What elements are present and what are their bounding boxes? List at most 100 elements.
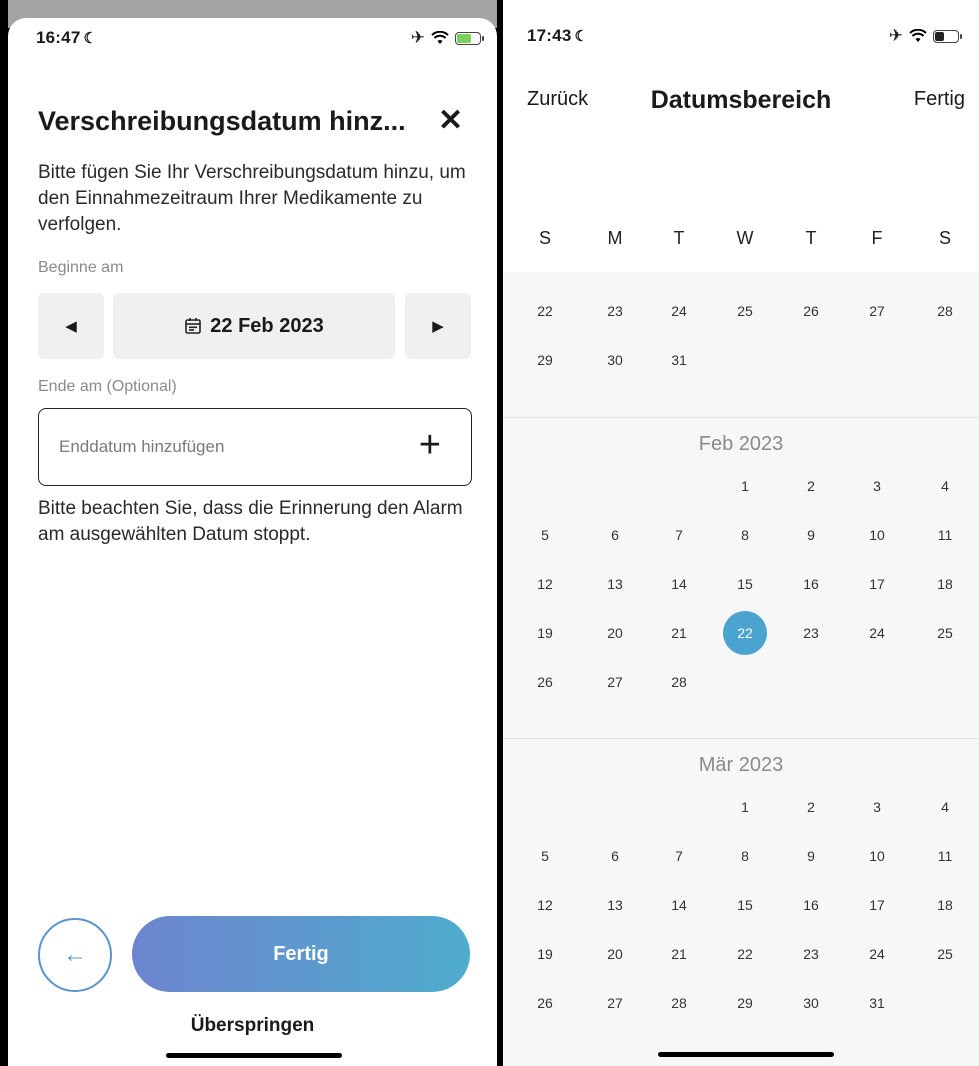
calendar-day[interactable]: 26: [523, 981, 567, 1025]
calendar-day[interactable]: 6: [593, 513, 637, 557]
calendar-day[interactable]: 30: [789, 981, 833, 1025]
calendar-day[interactable]: 7: [657, 513, 701, 557]
calendar-day[interactable]: 28: [657, 660, 701, 704]
calendar-day[interactable]: 24: [657, 289, 701, 333]
calendar-day[interactable]: 9: [789, 834, 833, 878]
calendar-day[interactable]: 29: [723, 981, 767, 1025]
prescription-date-modal: 16:47 ☾ ✈ Verschreibungsdatum hinz... ✕ B…: [8, 18, 497, 1066]
calendar-day[interactable]: 25: [723, 289, 767, 333]
weekday-header: SMTWTFS: [503, 228, 979, 252]
calendar-day[interactable]: 1: [723, 464, 767, 508]
calendar-day[interactable]: 20: [593, 932, 637, 976]
status-bar: 16:47 ☾ ✈: [8, 18, 497, 58]
calendar-day[interactable]: 24: [855, 611, 899, 655]
calendar-day[interactable]: 16: [789, 562, 833, 606]
calendar-day[interactable]: 15: [723, 883, 767, 927]
airplane-icon: ✈: [410, 28, 425, 47]
calendar-day[interactable]: 25: [923, 932, 967, 976]
calendar-day[interactable]: 5: [523, 834, 567, 878]
calendar-day[interactable]: 16: [789, 883, 833, 927]
start-date-value: 22 Feb 2023: [210, 314, 324, 337]
calendar-day[interactable]: 21: [657, 611, 701, 655]
calendar-day[interactable]: 27: [593, 660, 637, 704]
calendar-day[interactable]: 10: [855, 834, 899, 878]
calendar-day[interactable]: 5: [523, 513, 567, 557]
calendar-day[interactable]: 12: [523, 562, 567, 606]
weekday-label: T: [673, 228, 685, 248]
calendar-day[interactable]: 12: [523, 883, 567, 927]
weekday-label: S: [538, 228, 551, 248]
calendar-day[interactable]: 22: [723, 932, 767, 976]
status-time: 17:43 ☾: [527, 26, 589, 45]
modal-title: Verschreibungsdatum hinz...: [38, 106, 406, 136]
calendar-day[interactable]: 15: [723, 562, 767, 606]
right-screen: 17:43 ☾ ✈ Zurück Datumsbereich Fertig SMT…: [503, 0, 979, 1066]
calendar-day[interactable]: 8: [723, 834, 767, 878]
calendar-day[interactable]: 6: [593, 834, 637, 878]
calendar-day[interactable]: 14: [657, 883, 701, 927]
selected-day[interactable]: 22: [723, 611, 767, 655]
calendar-day[interactable]: 20: [593, 611, 637, 655]
calendar-day[interactable]: 25: [923, 611, 967, 655]
calendar-day[interactable]: 26: [523, 660, 567, 704]
end-date-placeholder: Enddatum hinzufügen: [59, 437, 225, 456]
calendar-day[interactable]: 22: [523, 289, 567, 333]
calendar-day[interactable]: 26: [789, 289, 833, 333]
calendar-day[interactable]: 8: [723, 513, 767, 557]
start-date-button[interactable]: 22 Feb 2023: [113, 293, 395, 359]
calendar-day[interactable]: 23: [789, 611, 833, 655]
calendar-day[interactable]: 19: [523, 611, 567, 655]
calendar-day[interactable]: 4: [923, 785, 967, 829]
home-indicator: [658, 1052, 834, 1057]
close-icon[interactable]: ✕: [438, 106, 463, 136]
calendar-day[interactable]: 7: [657, 834, 701, 878]
calendar-day[interactable]: 18: [923, 883, 967, 927]
month-divider: [503, 738, 979, 739]
calendar-day[interactable]: 24: [855, 932, 899, 976]
calendar-day[interactable]: 30: [593, 338, 637, 382]
airplane-icon: ✈: [888, 26, 903, 45]
plus-icon[interactable]: +: [419, 421, 441, 469]
calendar-day[interactable]: 19: [523, 932, 567, 976]
calendar-day[interactable]: 4: [923, 464, 967, 508]
calendar-day[interactable]: 27: [593, 981, 637, 1025]
calendar-day[interactable]: 3: [855, 785, 899, 829]
calendar-day[interactable]: 9: [789, 513, 833, 557]
calendar-day[interactable]: 23: [789, 932, 833, 976]
end-label: Ende am (Optional): [38, 378, 177, 395]
calendar-day[interactable]: 18: [923, 562, 967, 606]
done-button[interactable]: Fertig: [132, 916, 470, 992]
status-time: 16:47 ☾: [36, 28, 98, 47]
home-indicator: [166, 1053, 342, 1058]
calendar-day[interactable]: 2: [789, 464, 833, 508]
back-button[interactable]: ←: [38, 918, 112, 992]
previous-day-button[interactable]: ◀: [38, 293, 104, 359]
calendar-day[interactable]: 1: [723, 785, 767, 829]
calendar-day[interactable]: 28: [657, 981, 701, 1025]
skip-link[interactable]: Überspringen: [8, 1015, 497, 1037]
done-button[interactable]: Fertig: [914, 88, 965, 111]
calendar-day[interactable]: 2: [789, 785, 833, 829]
calendar-day[interactable]: 21: [657, 932, 701, 976]
weekday-label: S: [938, 228, 951, 248]
start-label: Beginne am: [38, 259, 124, 276]
calendar-day[interactable]: 31: [657, 338, 701, 382]
calendar-day[interactable]: 28: [923, 289, 967, 333]
calendar-day[interactable]: 14: [657, 562, 701, 606]
calendar-day[interactable]: 11: [923, 513, 967, 557]
calendar-day[interactable]: 29: [523, 338, 567, 382]
month-title: Feb 2023: [698, 433, 784, 455]
calendar-day[interactable]: 13: [593, 883, 637, 927]
calendar-day[interactable]: 27: [855, 289, 899, 333]
calendar-day[interactable]: 3: [855, 464, 899, 508]
calendar-day[interactable]: 10: [855, 513, 899, 557]
calendar-day[interactable]: 11: [923, 834, 967, 878]
calendar-day[interactable]: 13: [593, 562, 637, 606]
calendar-day[interactable]: 31: [855, 981, 899, 1025]
battery-icon: [455, 31, 484, 45]
next-day-button[interactable]: ▶: [405, 293, 471, 359]
end-date-field[interactable]: Enddatum hinzufügen +: [38, 408, 472, 486]
calendar-day[interactable]: 23: [593, 289, 637, 333]
calendar-day[interactable]: 17: [855, 562, 899, 606]
calendar-day[interactable]: 17: [855, 883, 899, 927]
